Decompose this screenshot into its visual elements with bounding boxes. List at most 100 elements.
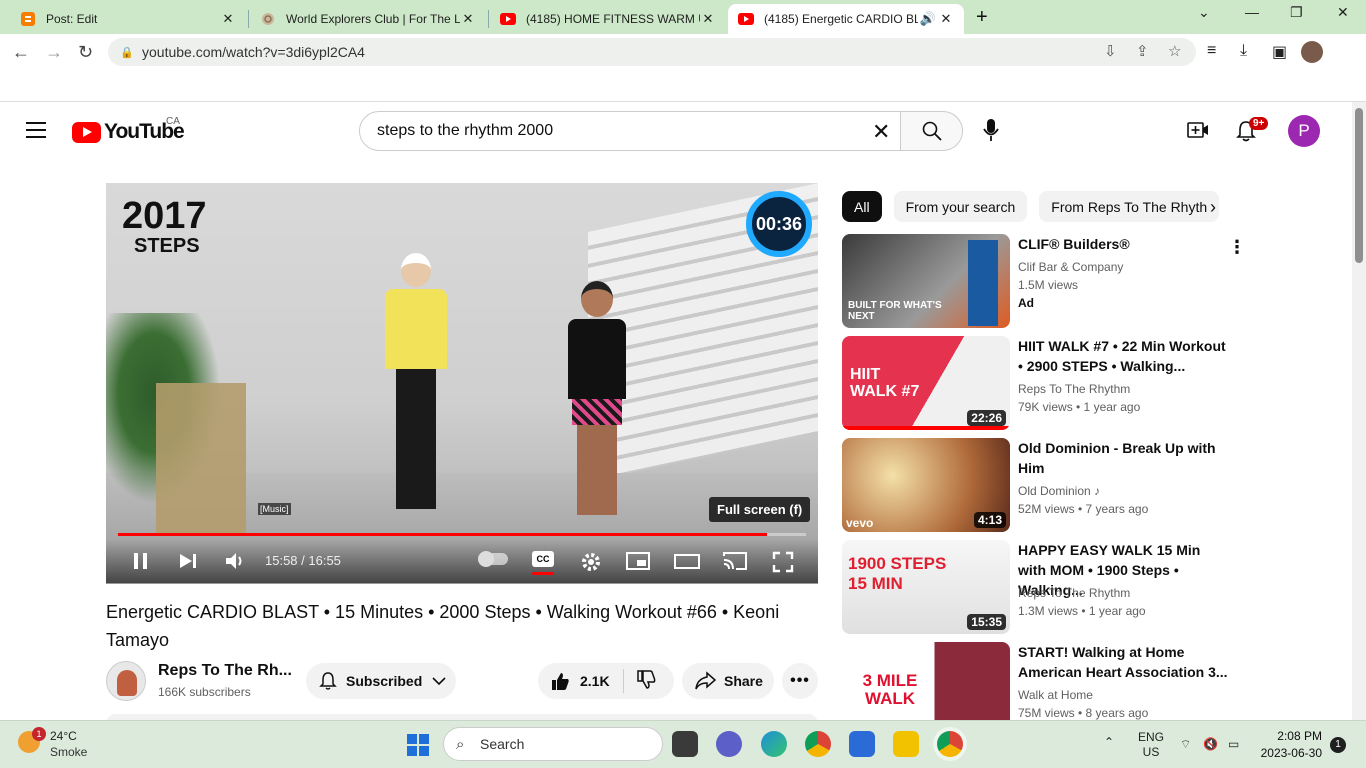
tab-post-edit[interactable]: Post: Edit ✕	[10, 4, 246, 34]
video-thumbnail[interactable]: vevo 4:13	[842, 438, 1010, 532]
share-button[interactable]: Share	[682, 663, 774, 699]
next-button[interactable]	[178, 551, 198, 577]
more-actions-button[interactable]: •••	[782, 663, 818, 699]
tab-energetic-cardio[interactable]: (4185) Energetic CARDIO BLA 🔊 ✕	[728, 4, 964, 34]
volume-button[interactable]	[224, 551, 246, 577]
share-page-icon[interactable]: ⇪	[1136, 42, 1149, 60]
theater-mode-button[interactable]	[674, 551, 700, 577]
side-panel-icon[interactable]: ▣	[1272, 42, 1287, 62]
video-thumbnail[interactable]: 1900 STEPS 15 MIN 15:35	[842, 540, 1010, 634]
bookmark-star-icon[interactable]: ☆	[1168, 42, 1181, 60]
start-button[interactable]	[407, 734, 429, 756]
miniplayer-button[interactable]	[626, 551, 650, 577]
media-queue-icon[interactable]: ≡	[1207, 42, 1216, 60]
video-thumbnail[interactable]: 3 MILE WALK	[842, 642, 1010, 720]
tab-search-chevron-icon[interactable]: ⌄	[1198, 4, 1210, 21]
progress-bar[interactable]	[118, 533, 806, 536]
like-button[interactable]: 2.1K	[538, 669, 624, 693]
subscribed-button[interactable]: Subscribed	[306, 663, 456, 699]
recommendation-title[interactable]: START! Walking at Home American Heart As…	[1018, 642, 1228, 682]
video-thumbnail[interactable]: BUILT FOR WHAT'S NEXT	[842, 234, 1010, 328]
battery-icon[interactable]: ▭	[1228, 737, 1239, 751]
close-icon[interactable]: ✕	[460, 11, 476, 27]
chevron-right-icon[interactable]: ›	[1210, 197, 1216, 218]
video-thumbnail[interactable]: HIIT WALK #7 22:26	[842, 336, 1010, 430]
tab-world-explorers[interactable]: World Explorers Club | For The Lo ✕	[250, 4, 486, 34]
recommendation-title[interactable]: Old Dominion - Break Up with Him	[1018, 438, 1228, 478]
recommendation-title[interactable]: HIIT WALK #7 • 22 Min Workout • 2900 STE…	[1018, 336, 1228, 376]
chrome-icon[interactable]	[805, 731, 831, 757]
forward-button[interactable]: →	[45, 42, 63, 63]
cast-button[interactable]	[722, 551, 748, 577]
store-icon[interactable]	[849, 731, 875, 757]
wifi-icon[interactable]: ⌔	[1180, 737, 1191, 752]
close-icon[interactable]: ✕	[938, 11, 954, 27]
address-bar[interactable]: 🔒 youtube.com/watch?v=3di6ypl2CA4	[108, 38, 1196, 66]
subtitles-button[interactable]: CC	[532, 551, 554, 567]
close-window-button[interactable]: ✕	[1337, 4, 1349, 21]
video-duration: 22:26	[967, 410, 1006, 426]
recommendation-item[interactable]: vevo 4:13 Old Dominion - Break Up with H…	[842, 438, 1242, 532]
youtube-logo[interactable]: YouTube CA	[72, 116, 185, 144]
watched-progress	[842, 426, 1010, 430]
voice-search-button[interactable]	[982, 118, 1000, 147]
search-button[interactable]	[900, 111, 963, 151]
chrome-active-icon[interactable]	[937, 731, 963, 757]
autoplay-toggle[interactable]	[478, 551, 508, 567]
recommendation-item[interactable]: 3 MILE WALK START! Walking at Home Ameri…	[842, 642, 1242, 720]
file-explorer-icon[interactable]	[893, 731, 919, 757]
recommendation-item[interactable]: HIIT WALK #7 22:26 HIIT WALK #7 • 22 Min…	[842, 336, 1242, 430]
minimize-button[interactable]: —	[1245, 4, 1259, 20]
account-avatar[interactable]: P	[1288, 115, 1320, 147]
recommendation-channel[interactable]: Clif Bar & Company	[1018, 260, 1123, 274]
recommendation-item[interactable]: 1900 STEPS 15 MIN 15:35 HAPPY EASY WALK …	[842, 540, 1242, 634]
search-input[interactable]: steps to the rhythm 2000	[359, 111, 901, 151]
restore-button[interactable]: ❐	[1290, 4, 1303, 21]
taskbar-search[interactable]: ⌕ Search	[443, 727, 663, 761]
chevron-up-icon[interactable]: ⌃	[1104, 735, 1114, 749]
notification-center-badge[interactable]: 1	[1330, 737, 1346, 753]
speaker-muted-icon[interactable]: 🔇	[1203, 737, 1218, 751]
video-player[interactable]: 2017 STEPS 00:36 [Music] Full screen (f)…	[106, 183, 818, 584]
install-app-icon[interactable]: ⇩	[1104, 42, 1117, 60]
download-icon[interactable]: ⤓	[1240, 42, 1247, 60]
clear-search-icon[interactable]: ✕	[872, 119, 890, 145]
recommendation-item[interactable]: BUILT FOR WHAT'S NEXT CLIF® Builders® Cl…	[842, 234, 1242, 328]
more-vertical-icon[interactable]: ⋮	[1228, 237, 1246, 258]
hamburger-menu-icon[interactable]	[26, 122, 46, 143]
steps-counter-overlay: 2017 STEPS	[122, 197, 207, 258]
dislike-button[interactable]	[624, 669, 656, 693]
fullscreen-button[interactable]	[772, 551, 794, 579]
edge-icon[interactable]	[761, 731, 787, 757]
speaker-icon[interactable]: 🔊	[918, 11, 938, 27]
close-icon[interactable]: ✕	[220, 11, 236, 27]
channel-avatar[interactable]	[106, 661, 146, 701]
settings-button[interactable]	[580, 551, 602, 579]
new-tab-button[interactable]: +	[976, 6, 988, 29]
language-indicator[interactable]: ENG US	[1138, 730, 1164, 760]
reload-button[interactable]: ↻	[78, 42, 93, 63]
page-scrollbar[interactable]	[1352, 102, 1366, 720]
recommendation-channel[interactable]: Reps To The Rhythm	[1018, 586, 1130, 600]
recommendation-channel[interactable]: Reps To The Rhythm	[1018, 382, 1130, 396]
back-button[interactable]: ←	[12, 42, 30, 63]
tab-home-fitness[interactable]: (4185) HOME FITNESS WARM UP ✕	[490, 4, 726, 34]
chip-all[interactable]: All	[842, 191, 882, 222]
close-icon[interactable]: ✕	[700, 11, 716, 27]
pause-button[interactable]	[132, 551, 150, 577]
clock[interactable]: 2:08 PM 2023-06-30	[1258, 729, 1322, 760]
create-video-button[interactable]	[1187, 120, 1209, 145]
subscribed-label: Subscribed	[346, 673, 423, 689]
recommendation-channel[interactable]: Old Dominion ♪	[1018, 484, 1100, 498]
channel-name[interactable]: Reps To The Rh...	[158, 662, 292, 680]
chip-from-your-search[interactable]: From your search	[893, 191, 1028, 222]
channel-name: Old Dominion	[1018, 484, 1091, 498]
teams-chat-icon[interactable]	[716, 731, 742, 757]
scrollbar-thumb[interactable]	[1355, 108, 1363, 263]
subtitles-active-indicator	[532, 572, 554, 575]
recommendation-channel[interactable]: Walk at Home	[1018, 688, 1093, 702]
recommendation-title[interactable]: CLIF® Builders®	[1018, 234, 1228, 254]
task-view-icon[interactable]	[672, 731, 698, 757]
browser-profile-avatar[interactable]	[1301, 41, 1323, 63]
chip-from-channel[interactable]: From Reps To The Rhyth	[1039, 191, 1220, 222]
